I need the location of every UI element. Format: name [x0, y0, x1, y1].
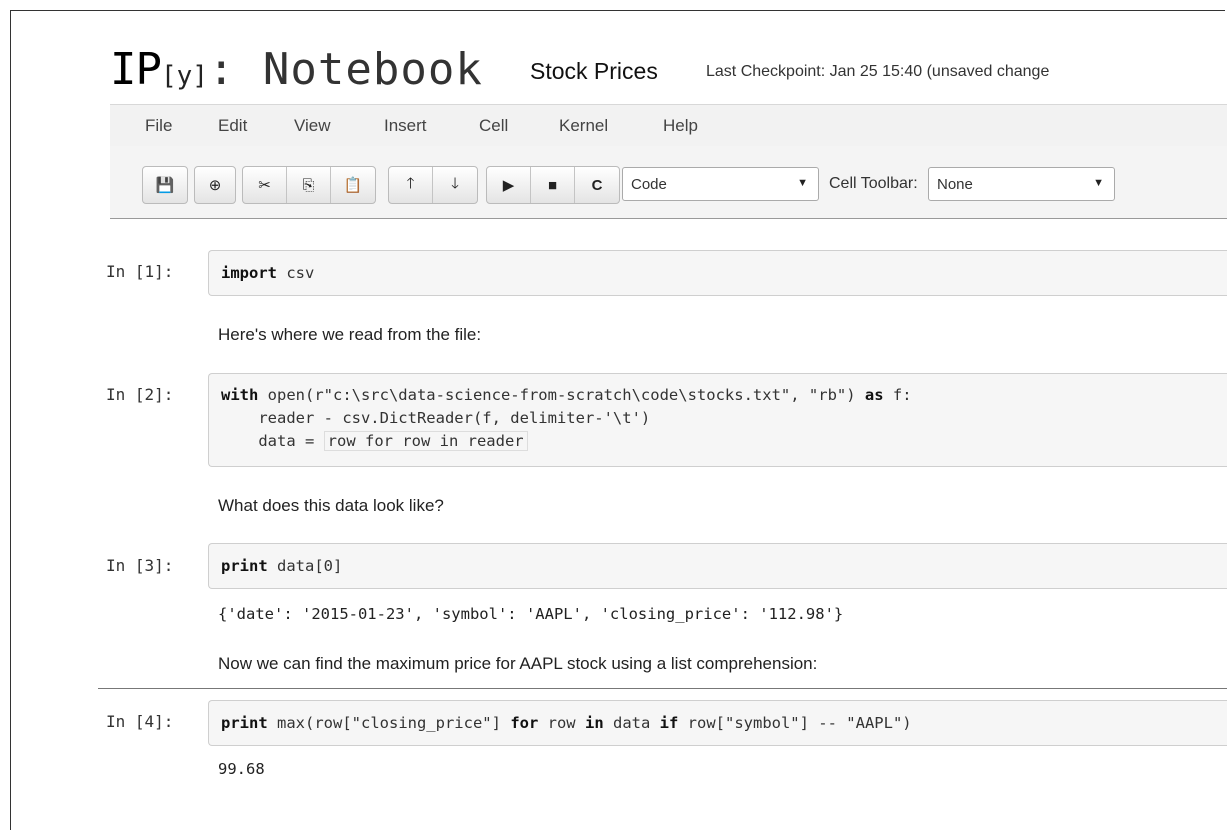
- code-text: max(row["closing_price"]: [267, 714, 511, 732]
- arrow-down-icon: 🡓: [451, 174, 459, 192]
- cell-2-input[interactable]: with open(r"c:\src\data-science-from-scr…: [208, 373, 1227, 467]
- markdown-cell-2[interactable]: What does this data look like?: [218, 496, 444, 516]
- cell-1-prompt: In [1]:: [106, 262, 174, 281]
- code-text: row["symbol"] -- "AAPL"): [678, 714, 912, 732]
- logo-ip: IP: [110, 44, 162, 95]
- menu-cell[interactable]: Cell: [479, 116, 508, 136]
- markdown-cell-3[interactable]: Now we can find the maximum price for AA…: [218, 654, 817, 674]
- checkpoint-status: Last Checkpoint: Jan 25 15:40 (unsaved c…: [706, 63, 1050, 80]
- insert-cell-below-button[interactable]: ⊕: [195, 167, 235, 203]
- selected-cell-divider: [98, 688, 1227, 689]
- code-text: data[0]: [267, 557, 343, 575]
- cell-2-line-2: reader - csv.DictReader(f, delimiter-'\t…: [221, 409, 651, 427]
- cell-type-value: Code: [631, 176, 667, 193]
- cell-4-prompt: In [4]:: [106, 712, 174, 731]
- cell-toolbar-label: Cell Toolbar:: [829, 175, 918, 192]
- code-text: row: [538, 714, 585, 732]
- menu-help[interactable]: Help: [663, 116, 698, 136]
- plus-circle-icon: ⊕: [208, 177, 222, 194]
- restart-icon: C: [591, 176, 603, 194]
- insert-group: ⊕: [194, 166, 236, 204]
- stop-icon: ■: [547, 176, 558, 194]
- run-button[interactable]: ▶: [487, 167, 531, 203]
- cell-4-input[interactable]: print max(row["closing_price"] for row i…: [208, 700, 1227, 746]
- scissors-icon: ✂: [258, 177, 271, 194]
- menu-kernel[interactable]: Kernel: [559, 116, 608, 136]
- cell-3-prompt: In [3]:: [106, 556, 174, 575]
- notebook-page: IP[y]: Notebook Stock Prices Last Checkp…: [98, 0, 1227, 810]
- cell-2-prompt: In [2]:: [106, 385, 174, 404]
- arrow-up-icon: 🡑: [406, 174, 415, 192]
- notebook-name[interactable]: Stock Prices: [530, 58, 658, 85]
- ipython-logo[interactable]: IP[y]: Notebook: [110, 44, 483, 105]
- run-group: ▶ ■ C: [486, 166, 620, 204]
- code-text: open(r"c:\src\data-science-from-scratch\…: [258, 386, 865, 404]
- move-down-button[interactable]: 🡓: [433, 167, 477, 203]
- save-button[interactable]: 💾: [143, 167, 187, 203]
- copy-icon: ⎘: [302, 176, 315, 194]
- logo-y: [y]: [160, 61, 208, 91]
- keyword: import: [221, 264, 277, 282]
- move-group: 🡑 🡓: [388, 166, 478, 204]
- paste-icon: 📋: [343, 177, 363, 194]
- header: IP[y]: Notebook Stock Prices Last Checkp…: [110, 44, 1227, 96]
- keyword: as: [864, 386, 884, 404]
- cell-toolbar-select[interactable]: None ▼: [928, 167, 1115, 201]
- code-bracket-text: row for row in reader: [323, 431, 528, 451]
- save-icon: 💾: [155, 177, 175, 194]
- chevron-down-icon: ▼: [797, 177, 808, 189]
- cell-2-code: with open(r"c:\src\data-science-from-scr…: [221, 384, 912, 406]
- code-text: f:: [883, 386, 912, 404]
- logo-notebook: : Notebook: [207, 44, 483, 95]
- cut-button[interactable]: ✂: [243, 167, 287, 203]
- menu-file[interactable]: File: [145, 116, 172, 136]
- copy-button[interactable]: ⎘: [287, 167, 331, 203]
- edit-group: ✂ ⎘ 📋: [242, 166, 376, 204]
- paste-button[interactable]: 📋: [331, 167, 375, 203]
- menu-insert[interactable]: Insert: [384, 116, 427, 136]
- chevron-down-icon: ▼: [1093, 177, 1104, 189]
- restart-button[interactable]: C: [575, 167, 619, 203]
- code-text: data =: [221, 432, 324, 450]
- code-text: data: [603, 714, 660, 732]
- keyword: in: [584, 714, 604, 732]
- cell-3-output: {'date': '2015-01-23', 'symbol': 'AAPL',…: [218, 605, 844, 623]
- keyword: for: [510, 714, 539, 732]
- cell-3-input[interactable]: print data[0]: [208, 543, 1227, 589]
- cell-4-code: print max(row["closing_price"] for row i…: [221, 712, 912, 734]
- menubar: File Edit View Insert Cell Kernel Help: [110, 104, 1227, 148]
- markdown-cell-1[interactable]: Here's where we read from the file:: [218, 325, 481, 345]
- cell-2-line-3: data = row for row in reader: [221, 430, 528, 452]
- code-text: csv: [277, 264, 315, 282]
- keyword: print: [221, 557, 268, 575]
- cell-4-output: 99.68: [218, 760, 265, 778]
- play-icon: ▶: [502, 177, 515, 194]
- toolbar: 💾 ⊕ ✂ ⎘ 📋 🡑 🡓 ▶ ■ C Code ▼ Cell Toolbar:…: [110, 146, 1227, 219]
- save-group: 💾: [142, 166, 188, 204]
- keyword: print: [221, 714, 268, 732]
- cell-type-select[interactable]: Code ▼: [622, 167, 819, 201]
- menu-edit[interactable]: Edit: [218, 116, 247, 136]
- menu-view[interactable]: View: [294, 116, 331, 136]
- keyword: if: [659, 714, 679, 732]
- keyword: with: [221, 386, 259, 404]
- stop-button[interactable]: ■: [531, 167, 575, 203]
- cell-3-code: print data[0]: [221, 555, 342, 577]
- cell-1-input[interactable]: import csv: [208, 250, 1227, 296]
- move-up-button[interactable]: 🡑: [389, 167, 433, 203]
- cell-1-code: import csv: [221, 262, 314, 284]
- cell-toolbar-value: None: [937, 176, 973, 193]
